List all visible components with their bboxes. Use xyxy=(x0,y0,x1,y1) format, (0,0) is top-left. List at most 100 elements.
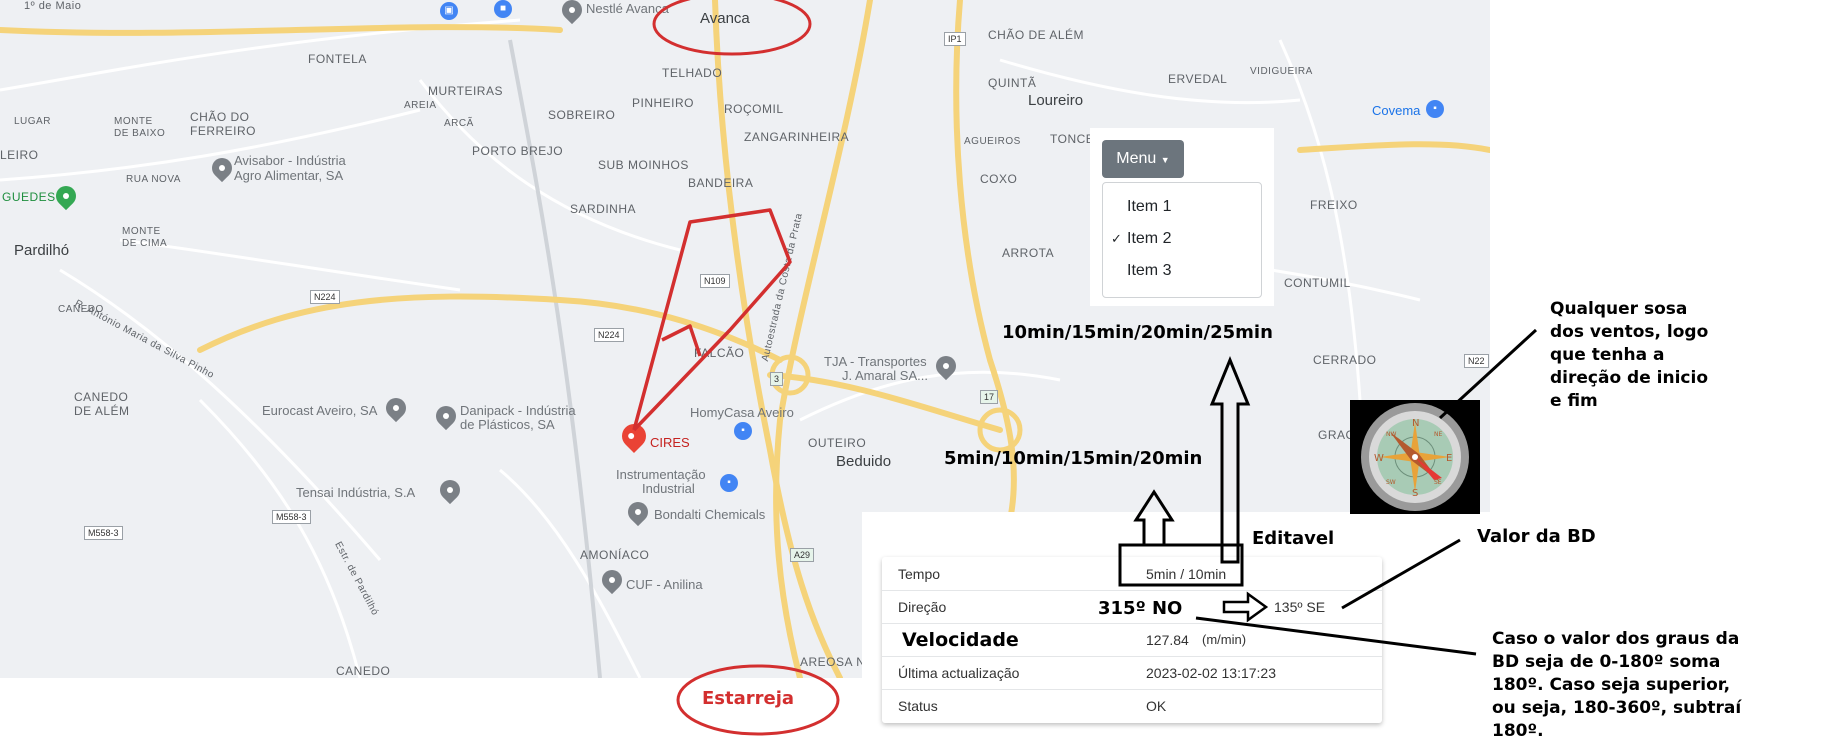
menu-dropdown-button[interactable]: Menu ▼ xyxy=(1102,140,1184,178)
note-line: direção de inicio xyxy=(1550,368,1709,388)
place-label: Beduido xyxy=(836,453,892,470)
place-label: CHÃO DO xyxy=(190,110,250,124)
note-line: ou seja, 180-360º, subtraí xyxy=(1492,698,1742,718)
place-label: PINHEIRO xyxy=(632,96,695,110)
place-label: AREIA xyxy=(404,100,437,111)
place-label: QUINTÃ xyxy=(988,76,1037,90)
poi-label[interactable]: Eurocast Aveiro, SA xyxy=(262,404,377,418)
place-label: OUTEIRO xyxy=(808,436,867,450)
place-label: ROÇOMIL xyxy=(724,102,784,116)
menu-item-label: Item 1 xyxy=(1127,198,1172,215)
place-label: ZANGARINHEIRA xyxy=(744,130,850,144)
place-label: CONTUMIL xyxy=(1284,276,1351,290)
shopping-bag-icon[interactable]: ▪ xyxy=(1426,100,1444,118)
poi-label[interactable]: Agro Alimentar, SA xyxy=(234,169,343,183)
place-label: FREIXO xyxy=(1310,198,1358,212)
place-label: 1º de Maio xyxy=(24,0,82,12)
poi-label[interactable]: HomyCasa Aveiro xyxy=(690,406,794,420)
road-shield: A29 xyxy=(790,548,815,562)
place-label: DE ALÉM xyxy=(74,404,130,418)
place-label: ARCÃ xyxy=(444,118,474,129)
place-label: CERRADO xyxy=(1313,353,1377,367)
row-key: Direção xyxy=(898,599,947,615)
poi-label[interactable]: Covema xyxy=(1372,104,1420,118)
road-shield: N22 xyxy=(1464,354,1489,368)
annotation-rule-note: Caso o valor dos graus da BD seja de 0-1… xyxy=(1492,628,1741,743)
poi-label[interactable]: CUF - Anilina xyxy=(626,578,703,592)
compass-icon: N S E W NE NW SE SW xyxy=(1361,403,1469,511)
compass-letter: NW xyxy=(1386,431,1396,438)
place-label: BANDEIRA xyxy=(688,176,754,190)
place-label: DE BAIXO xyxy=(114,128,166,139)
menu-item-1[interactable]: Item 1 xyxy=(1103,193,1261,221)
place-label: VIDIGUEIRA xyxy=(1250,66,1313,77)
place-label: DE CIMA xyxy=(122,238,168,249)
place-label: ARROTA xyxy=(1002,246,1055,260)
place-label: SUB MOINHOS xyxy=(598,158,689,172)
place-label: Pardilhó xyxy=(14,242,70,259)
compass-letter: S xyxy=(1412,488,1418,499)
note-line: Qualquer sosa xyxy=(1550,299,1688,319)
place-label: LUGAR xyxy=(14,116,51,127)
compass-letter: SW xyxy=(1386,479,1396,486)
road-shield: M558-3 xyxy=(84,526,123,540)
annotation-editavel: Editavel xyxy=(1252,528,1335,549)
place-label: ERVEDAL xyxy=(1168,72,1228,86)
poi-label[interactable]: Tensai Indústria, S.A xyxy=(296,486,415,500)
annotation-compass-note: Qualquer sosa dos ventos, logo que tenha… xyxy=(1550,298,1708,413)
road-shield: IP1 xyxy=(944,32,966,46)
place-label: MONTE xyxy=(114,116,153,127)
poi-label[interactable]: de Plásticos, SA xyxy=(460,418,555,432)
place-label: FONTELA xyxy=(308,52,367,66)
tempo-value[interactable]: 5min / 10min xyxy=(1146,566,1226,582)
row-key: Tempo xyxy=(898,566,941,582)
place-label: RUA NOVA xyxy=(126,174,181,185)
table-row-ultima: Última actualização 2023-02-02 13:17:23 xyxy=(882,656,1382,690)
road-shield: N224 xyxy=(310,290,340,304)
compass-letter: NE xyxy=(1434,431,1442,438)
place-label: AGUEIROS xyxy=(964,136,1021,147)
poi-label[interactable]: J. Amaral SA... xyxy=(842,369,928,383)
poi-label[interactable]: Nestlé Avanca xyxy=(586,2,669,16)
place-label: SARDINHA xyxy=(570,202,637,216)
table-row-status: Status OK xyxy=(882,689,1382,722)
velocidade-value: 127.84 xyxy=(1146,632,1189,648)
note-line: Caso o valor dos graus da xyxy=(1492,629,1740,649)
poi-label[interactable]: CIRES xyxy=(650,436,690,450)
note-line: e fim xyxy=(1550,391,1598,411)
place-label: FERREIRO xyxy=(190,124,257,138)
annotation-valor-bd: Valor da BD xyxy=(1477,526,1596,547)
poi-label[interactable]: Bondalti Chemicals xyxy=(654,508,765,522)
compass-letter: N xyxy=(1412,418,1419,429)
row-key: Velocidade xyxy=(902,629,1019,651)
menu-item-3[interactable]: Item 3 xyxy=(1103,257,1261,285)
annotation-mid-times: 5min/10min/15min/20min xyxy=(944,448,1203,469)
place-label: GUEDES xyxy=(2,190,56,204)
table-row-tempo: Tempo 5min / 10min xyxy=(882,557,1382,591)
building-icon[interactable]: ▣ xyxy=(440,2,458,20)
velocidade-unit: (m/min) xyxy=(1202,632,1247,647)
poi-label[interactable]: Danipack - Indústria xyxy=(460,404,576,418)
poi-label[interactable]: Avisabor - Indústria xyxy=(234,154,346,168)
road-shield: N224 xyxy=(594,328,624,342)
shopping-bag-icon[interactable]: ▪ xyxy=(734,422,752,440)
place-label: Loureiro xyxy=(1028,92,1084,109)
place-label: CANEDO xyxy=(336,664,391,678)
row-key: Status xyxy=(898,698,938,714)
menu-item-2[interactable]: ✓ Item 2 xyxy=(1103,225,1261,253)
train-icon[interactable]: ■ xyxy=(494,0,512,18)
place-label: CANEDO xyxy=(74,390,129,404)
poi-label[interactable]: Industrial xyxy=(642,482,695,496)
place-label: LEIRO xyxy=(0,148,39,162)
place-label: COXO xyxy=(980,172,1018,186)
annotation-estarreja: Estarreja xyxy=(702,688,795,709)
row-key: Última actualização xyxy=(898,665,1020,681)
road-shield: M558-3 xyxy=(272,510,311,524)
menu-item-label: Item 3 xyxy=(1127,262,1172,279)
poi-label[interactable]: TJA - Transportes xyxy=(824,355,927,369)
poi-label[interactable]: Instrumentação xyxy=(616,468,706,482)
shopping-bag-icon[interactable]: ▪ xyxy=(720,474,738,492)
place-label: AREOSA N xyxy=(800,655,866,669)
status-value: OK xyxy=(1146,698,1167,714)
caret-down-icon: ▼ xyxy=(1160,155,1170,165)
